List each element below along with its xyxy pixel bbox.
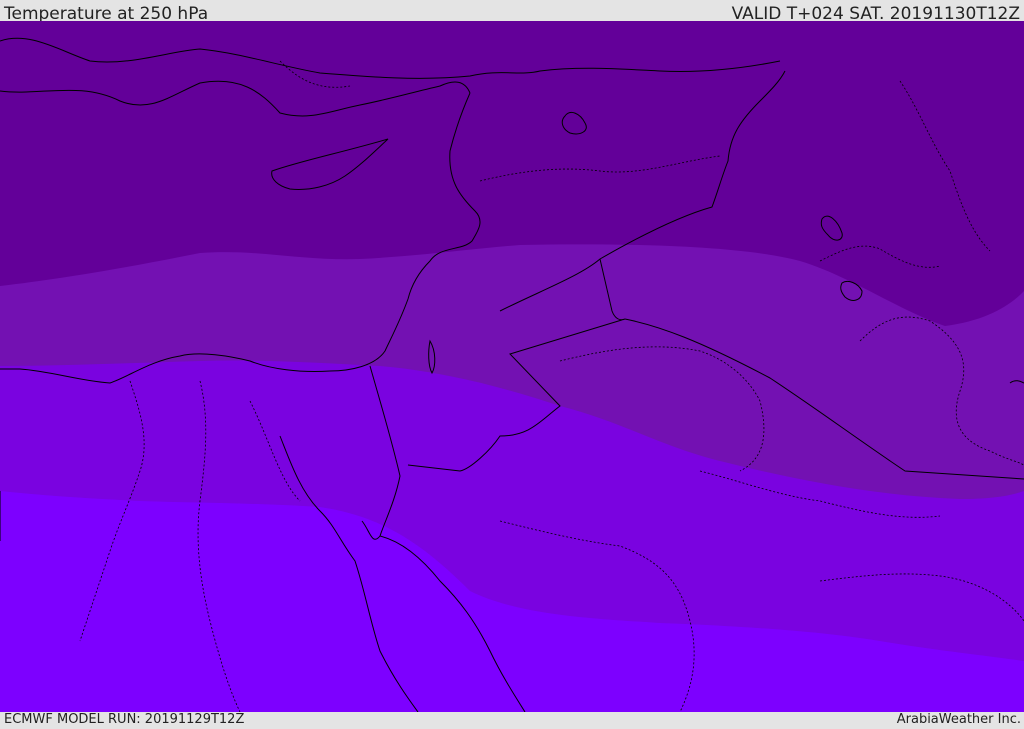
temperature-map: [0, 21, 1024, 712]
credit-label: ArabiaWeather Inc.: [896, 712, 1021, 727]
model-run-label: ECMWF MODEL RUN: 20191129T12Z: [4, 712, 245, 727]
forecast-map-window: Temperature at 250 hPa VALID T+024 SAT. …: [0, 0, 1024, 729]
